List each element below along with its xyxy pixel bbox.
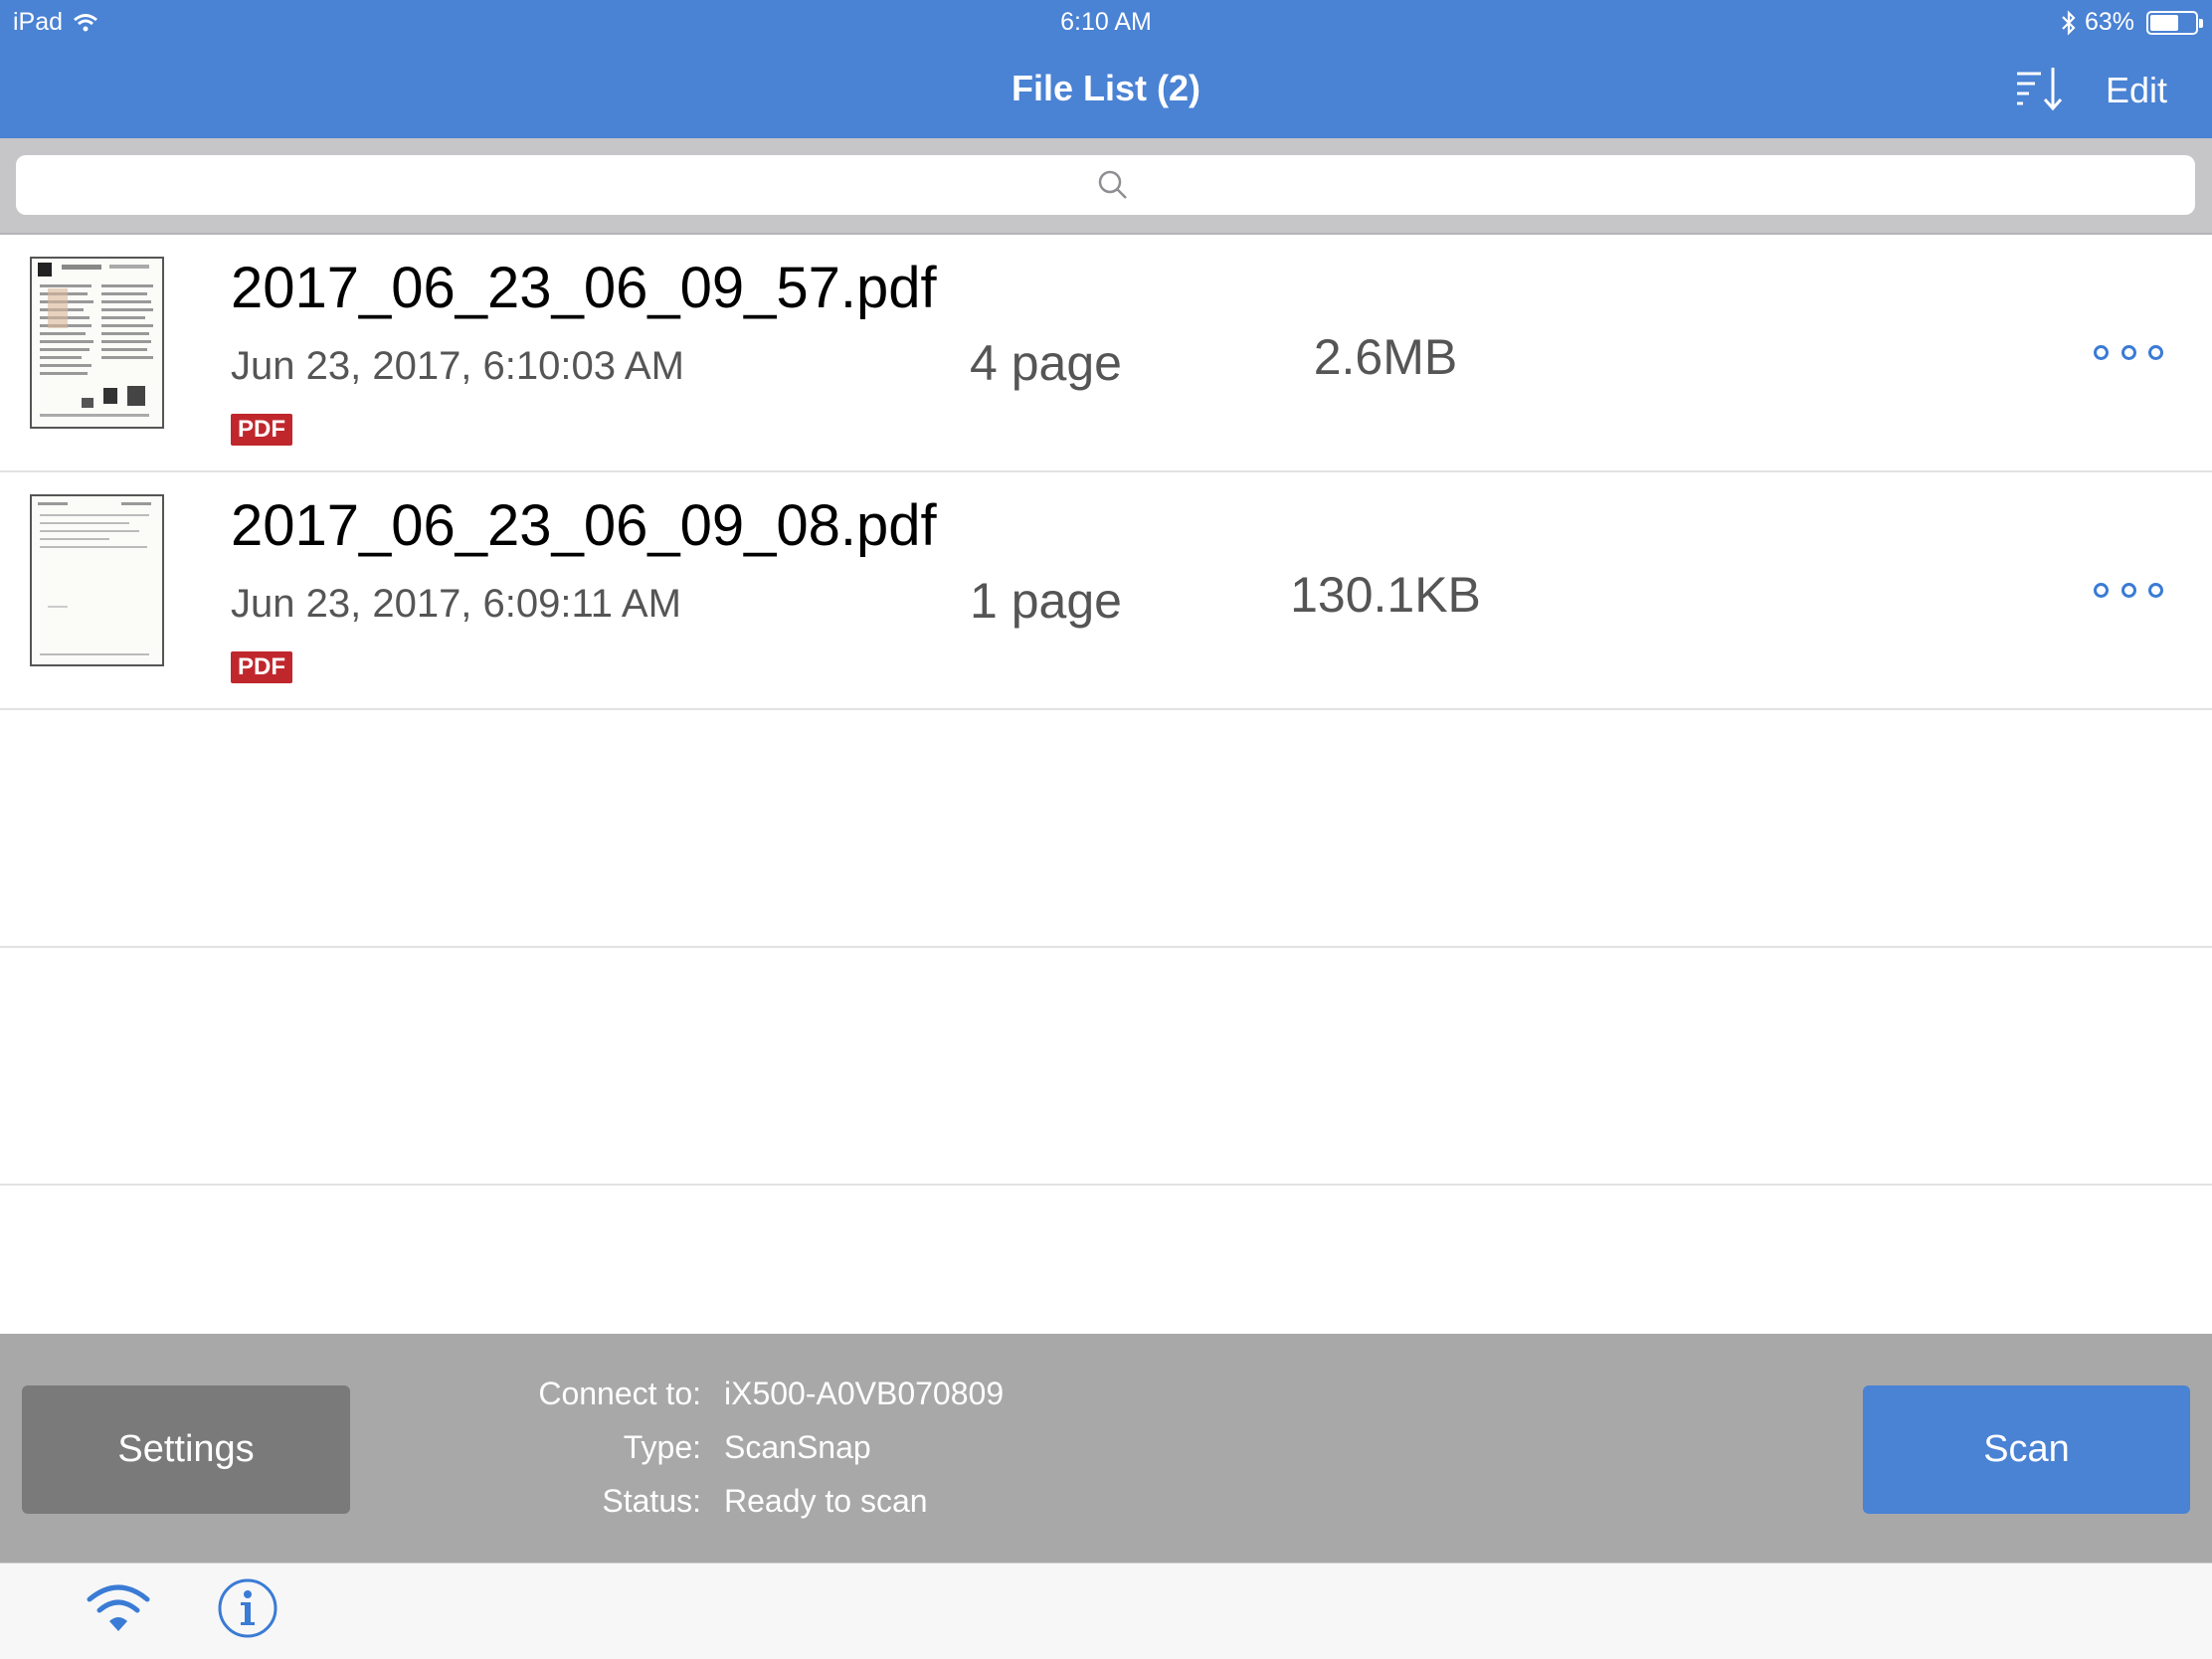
document-thumbnail bbox=[30, 494, 164, 666]
wifi-icon bbox=[87, 1584, 150, 1631]
scan-button[interactable]: Scan bbox=[1863, 1385, 2190, 1514]
file-date: Jun 23, 2017, 6:10:03 AM bbox=[231, 344, 684, 388]
file-size: 2.6MB bbox=[1313, 329, 1458, 385]
file-date: Jun 23, 2017, 6:09:11 AM bbox=[231, 582, 681, 626]
pdf-badge: PDF bbox=[231, 651, 292, 683]
status-time: 6:10 AM bbox=[1060, 8, 1152, 36]
search-icon bbox=[1098, 170, 1127, 199]
status-bar-right: 63% bbox=[2061, 8, 2203, 37]
battery-icon bbox=[2146, 10, 2203, 35]
more-options-icon[interactable] bbox=[2094, 575, 2163, 605]
edit-button[interactable]: Edit bbox=[2106, 70, 2167, 111]
type-value: ScanSnap bbox=[724, 1429, 871, 1465]
status-value: Ready to scan bbox=[724, 1483, 928, 1519]
page-count: 1 page bbox=[970, 573, 1122, 629]
top-bar: iPad 6:10 AM 63% File List (2) Edit bbox=[0, 0, 2212, 138]
file-row[interactable]: 2017_06_23_06_09_08.pdf Jun 23, 2017, 6:… bbox=[0, 472, 2212, 710]
tab-info[interactable] bbox=[217, 1577, 278, 1639]
scanner-panel: Settings Connect to: iX500-A0VB070809 Ty… bbox=[0, 1334, 2212, 1563]
tab-wifi[interactable] bbox=[86, 1581, 151, 1635]
tab-bar bbox=[0, 1563, 2212, 1659]
empty-row bbox=[0, 948, 2212, 1186]
page-title: File List (2) bbox=[1011, 68, 1201, 108]
connect-label: Connect to: bbox=[538, 1376, 701, 1411]
type-label: Type: bbox=[623, 1429, 701, 1465]
battery-fill bbox=[2150, 14, 2178, 31]
file-name: 2017_06_23_06_09_57.pdf bbox=[231, 256, 937, 320]
status-label: Status: bbox=[602, 1483, 701, 1519]
sort-icon bbox=[2017, 68, 2063, 111]
sort-button[interactable] bbox=[2013, 64, 2065, 115]
file-row[interactable]: 2017_06_23_06_09_57.pdf Jun 23, 2017, 6:… bbox=[0, 235, 2212, 472]
dot bbox=[2094, 582, 2109, 598]
connect-value: iX500-A0VB070809 bbox=[724, 1376, 1005, 1411]
search-bar bbox=[0, 138, 2212, 235]
pdf-badge: PDF bbox=[231, 414, 292, 446]
file-name: 2017_06_23_06_09_08.pdf bbox=[231, 493, 937, 558]
page-count: 4 page bbox=[970, 335, 1122, 391]
search-input[interactable] bbox=[16, 155, 2195, 215]
document-thumbnail bbox=[30, 257, 164, 429]
dot bbox=[2120, 582, 2136, 598]
dot bbox=[2094, 344, 2109, 360]
info-icon bbox=[218, 1578, 277, 1638]
battery-percent: 63% bbox=[2084, 8, 2134, 36]
settings-button[interactable]: Settings bbox=[22, 1385, 350, 1514]
bluetooth-icon bbox=[2062, 9, 2076, 36]
dot bbox=[2120, 344, 2136, 360]
dot bbox=[2148, 344, 2163, 360]
more-options-icon[interactable] bbox=[2094, 337, 2163, 367]
file-size: 130.1KB bbox=[1290, 567, 1481, 623]
empty-row bbox=[0, 710, 2212, 948]
dot bbox=[2148, 582, 2163, 598]
